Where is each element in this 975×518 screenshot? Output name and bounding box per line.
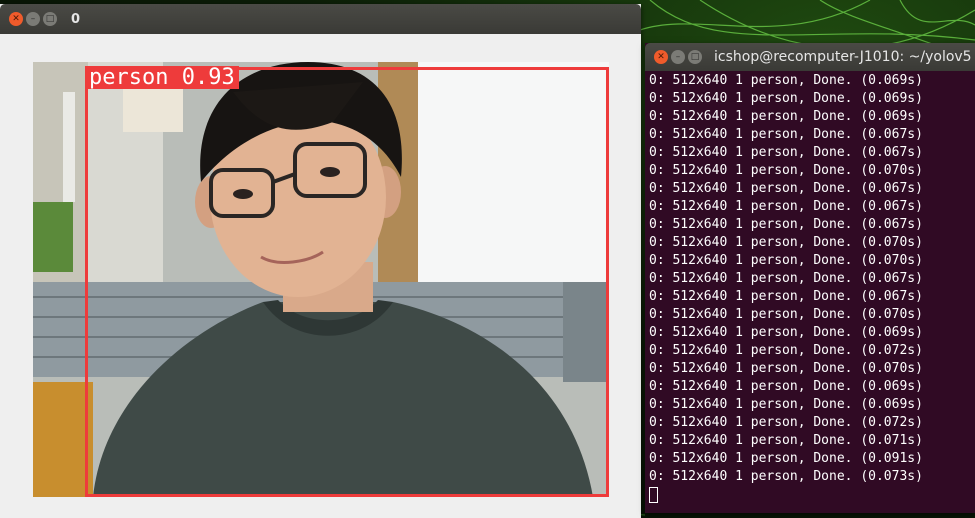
terminal-line: 0: 512x640 1 person, Done. (0.067s) — [649, 271, 923, 286]
terminal-line: 0: 512x640 1 person, Done. (0.070s) — [649, 361, 923, 376]
terminal-cursor — [649, 487, 658, 503]
camera-frame: person 0.93 — [33, 62, 609, 497]
terminal-line: 0: 512x640 1 person, Done. (0.069s) — [649, 73, 923, 88]
terminal-output[interactable]: 0: 512x640 1 person, Done. (0.069s) 0: 51… — [649, 72, 975, 513]
terminal-title: icshop@recomputer-J1010: ~/yolov5 — [714, 49, 972, 65]
terminal-line: 0: 512x640 1 person, Done. (0.067s) — [649, 145, 923, 160]
terminal-line: 0: 512x640 1 person, Done. (0.072s) — [649, 343, 923, 358]
terminal-line: 0: 512x640 1 person, Done. (0.070s) — [649, 253, 923, 268]
terminal-line: 0: 512x640 1 person, Done. (0.069s) — [649, 91, 923, 106]
image-viewer-window[interactable]: ✕ – □ 0 person 0.93 — [0, 4, 641, 518]
minimize-icon[interactable]: – — [671, 50, 685, 64]
maximize-icon[interactable]: □ — [43, 12, 57, 26]
terminal-titlebar[interactable]: ✕ – □ icshop@recomputer-J1010: ~/yolov5 — [645, 43, 975, 71]
terminal-line: 0: 512x640 1 person, Done. (0.067s) — [649, 127, 923, 142]
terminal-line: 0: 512x640 1 person, Done. (0.067s) — [649, 217, 923, 232]
terminal-line: 0: 512x640 1 person, Done. (0.069s) — [649, 397, 923, 412]
terminal-window[interactable]: ✕ – □ icshop@recomputer-J1010: ~/yolov5 … — [645, 43, 975, 513]
terminal-line: 0: 512x640 1 person, Done. (0.091s) — [649, 451, 923, 466]
terminal-line: 0: 512x640 1 person, Done. (0.067s) — [649, 181, 923, 196]
terminal-line: 0: 512x640 1 person, Done. (0.069s) — [649, 379, 923, 394]
terminal-line: 0: 512x640 1 person, Done. (0.073s) — [649, 469, 923, 484]
terminal-line: 0: 512x640 1 person, Done. (0.070s) — [649, 163, 923, 178]
terminal-line: 0: 512x640 1 person, Done. (0.067s) — [649, 199, 923, 214]
terminal-line: 0: 512x640 1 person, Done. (0.069s) — [649, 325, 923, 340]
terminal-line: 0: 512x640 1 person, Done. (0.070s) — [649, 235, 923, 250]
minimize-icon[interactable]: – — [26, 12, 40, 26]
detection-label: person 0.93 — [85, 66, 239, 89]
maximize-icon[interactable]: □ — [688, 50, 702, 64]
terminal-line: 0: 512x640 1 person, Done. (0.072s) — [649, 415, 923, 430]
close-icon[interactable]: ✕ — [9, 12, 23, 26]
terminal-line: 0: 512x640 1 person, Done. (0.067s) — [649, 289, 923, 304]
terminal-line: 0: 512x640 1 person, Done. (0.070s) — [649, 307, 923, 322]
terminal-line: 0: 512x640 1 person, Done. (0.069s) — [649, 109, 923, 124]
viewer-titlebar[interactable]: ✕ – □ 0 — [0, 4, 641, 34]
close-icon[interactable]: ✕ — [654, 50, 668, 64]
window-title: 0 — [71, 11, 81, 27]
terminal-line: 0: 512x640 1 person, Done. (0.071s) — [649, 433, 923, 448]
detection-box — [85, 67, 609, 497]
